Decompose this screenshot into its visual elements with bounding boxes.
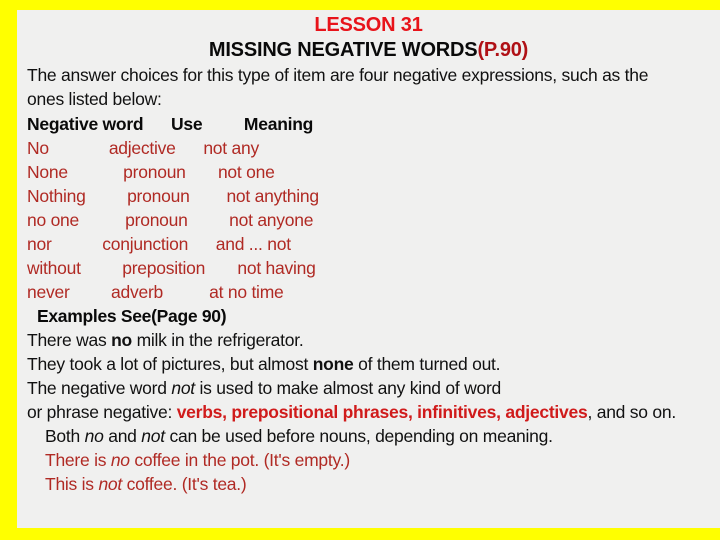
page-title-topic-main: MISSING NEGATIVE WORDS — [208, 39, 478, 61]
example-4-suffix: , and so on. — [587, 402, 676, 422]
example-6-suffix: coffee in the pot. (It's empty.) — [129, 450, 350, 470]
example-6-prefix: There is — [45, 450, 111, 470]
table-row: None pronoun not one — [27, 162, 275, 182]
example-3-keyword: not — [171, 378, 195, 398]
example-7-suffix: coffee. (It's tea.) — [122, 474, 247, 494]
intro-line-2: ones listed below: — [27, 88, 162, 109]
page-title-topic: MISSING NEGATIVE WORDS(P.90) — [17, 37, 720, 63]
example-line-5: Both no and not can be used before nouns… — [17, 424, 720, 448]
example-5-prefix: Both — [45, 426, 85, 446]
slide: LESSON 31 MISSING NEGATIVE WORDS(P.90) T… — [0, 0, 720, 540]
example-5-suffix: can be used before nouns, depending on m… — [164, 426, 553, 446]
example-6-keyword: no — [110, 450, 130, 470]
example-5-keyword-1: no — [84, 426, 104, 446]
example-7-keyword: not — [98, 474, 123, 494]
intro-line-1: The answer choices for this type of item… — [27, 65, 649, 85]
example-2-keyword: none — [312, 354, 354, 374]
example-5-middle: and — [103, 426, 142, 446]
slide-content-area: LESSON 31 MISSING NEGATIVE WORDS(P.90) T… — [17, 10, 720, 528]
example-line-7: This is not coffee. (It's tea.) — [17, 472, 720, 496]
example-4-prefix: or phrase negative: — [27, 402, 177, 422]
example-3-suffix: is used to make almost any kind of word — [194, 378, 502, 398]
example-5-keyword-2: not — [141, 426, 165, 446]
example-line-4: or phrase negative: verbs, prepositional… — [17, 400, 720, 424]
example-3-prefix: The negative word — [27, 378, 172, 398]
table-row: Nothing pronoun not anything — [27, 186, 319, 206]
example-4-highlight: verbs, prepositional phrases, infinitive… — [176, 402, 588, 422]
table-row: without preposition not having — [27, 258, 316, 278]
example-7-prefix: This is — [45, 474, 99, 494]
example-line-3: The negative word not is used to make al… — [17, 376, 720, 400]
example-1-suffix: milk in the refrigerator. — [131, 330, 304, 350]
negative-words-table: Negative word Use Meaning No adjective n… — [17, 112, 720, 304]
example-2-prefix: They took a lot of pictures, but almost — [27, 354, 313, 374]
page-title-page-reference: (P.90) — [477, 39, 529, 61]
intro-paragraph: The answer choices for this type of item… — [17, 64, 720, 111]
example-1-keyword: no — [111, 330, 132, 350]
table-row: nor conjunction and ... not — [27, 234, 291, 254]
example-line-1: There was no milk in the refrigerator. — [17, 328, 720, 352]
table-header-row: Negative word Use Meaning — [27, 114, 314, 134]
table-row: no one pronoun not anyone — [27, 210, 314, 230]
table-row: never adverb at no time — [27, 282, 284, 302]
table-row: No adjective not any — [27, 138, 259, 158]
page-title-lesson: LESSON 31 — [314, 14, 423, 36]
examples-heading: Examples See(Page 90) — [37, 306, 227, 326]
example-1-prefix: There was — [27, 330, 112, 350]
example-2-suffix: of them turned out. — [353, 354, 501, 374]
example-line-2: They took a lot of pictures, but almost … — [17, 352, 720, 376]
example-line-6: There is no coffee in the pot. (It's emp… — [17, 448, 720, 472]
